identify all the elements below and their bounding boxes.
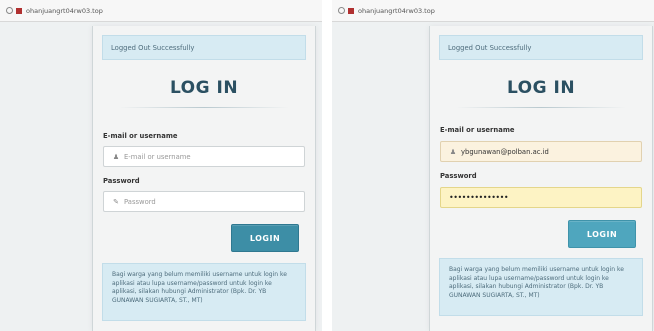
address-bar[interactable]: ohanjuangrt04rw03.top [332, 0, 654, 22]
username-field[interactable]: ♟ E-mail or username [103, 146, 305, 167]
login-button[interactable]: LOGIN [231, 224, 299, 252]
lock-icon [348, 7, 354, 14]
address-bar-url[interactable]: ohanjuangrt04rw03.top [358, 7, 435, 15]
help-info-box: Bagi warga yang belum memiliki username … [102, 263, 306, 321]
username-value: ybgunawan@polban.ac.id [461, 147, 549, 156]
login-card: Logged Out Successfully LOG IN E-mail or… [429, 26, 653, 331]
username-label: E-mail or username [440, 126, 515, 134]
screenshot-logged-out-filled: ohanjuangrt04rw03.top Logged Out Success… [332, 0, 654, 331]
login-title: LOG IN [506, 78, 576, 98]
title-divider [456, 107, 626, 108]
help-info-text: Bagi warga yang belum memiliki username … [449, 266, 624, 299]
screenshot-logged-out-empty: ohanjuangrt04rw03.top Logged Out Success… [0, 0, 322, 331]
help-info-text: Bagi warga yang belum memiliki username … [112, 271, 287, 304]
user-icon: ♟ [449, 147, 457, 156]
login-card: Logged Out Successfully LOG IN E-mail or… [92, 26, 316, 331]
address-bar[interactable]: ohanjuangrt04rw03.top [0, 0, 322, 22]
user-icon: ♟ [112, 152, 120, 161]
login-button[interactable]: LOGIN [568, 220, 636, 248]
password-field[interactable]: ✎ Password [103, 191, 305, 212]
logout-alert: Logged Out Successfully [102, 35, 306, 60]
address-bar-url[interactable]: ohanjuangrt04rw03.top [26, 7, 103, 15]
info-icon [6, 7, 13, 14]
username-placeholder: E-mail or username [124, 152, 191, 161]
password-value: •••••••••••••• [449, 193, 509, 202]
info-icon [338, 7, 345, 14]
title-divider [119, 107, 289, 108]
username-field[interactable]: ♟ ybgunawan@polban.ac.id [440, 141, 642, 162]
password-field[interactable]: •••••••••••••• [440, 187, 642, 208]
lock-icon [16, 7, 22, 14]
logout-alert-text: Logged Out Successfully [111, 43, 195, 52]
logout-alert-text: Logged Out Successfully [448, 43, 532, 52]
help-info-box: Bagi warga yang belum memiliki username … [439, 258, 643, 316]
username-label: E-mail or username [103, 132, 178, 140]
password-label: Password [440, 172, 477, 180]
logout-alert: Logged Out Successfully [439, 35, 643, 60]
password-label: Password [103, 177, 140, 185]
pencil-icon: ✎ [113, 197, 119, 206]
login-title: LOG IN [169, 78, 239, 98]
password-placeholder: Password [124, 197, 156, 206]
